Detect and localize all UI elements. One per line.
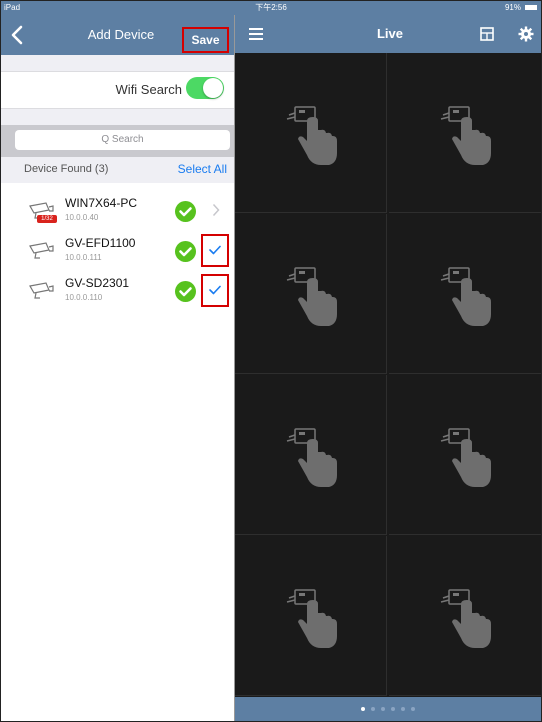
channel-cell[interactable] bbox=[389, 536, 541, 696]
wifi-search-label: Wifi Search bbox=[115, 82, 182, 97]
gear-icon[interactable] bbox=[518, 26, 534, 42]
add-device-panel: Add Device Save Wifi Search Q Search Dev… bbox=[1, 15, 235, 721]
channel-badge: 1/32 bbox=[37, 215, 57, 223]
connected-check-icon bbox=[175, 241, 196, 262]
tap-to-add-camera-icon bbox=[439, 264, 499, 330]
tap-to-add-camera-icon bbox=[439, 586, 499, 652]
page-dot[interactable] bbox=[401, 707, 405, 711]
camera-icon bbox=[29, 282, 54, 299]
device-list: 1/32 WIN7X64-PC 10.0.0.40 GV-EFD1100 10.… bbox=[1, 183, 234, 721]
channel-cell[interactable] bbox=[235, 214, 387, 374]
device-row[interactable]: GV-SD2301 10.0.0.110 bbox=[1, 271, 234, 311]
device-ip: 10.0.0.111 bbox=[65, 253, 102, 262]
camera-icon bbox=[29, 242, 54, 259]
device-found-header: Device Found (3) Select All bbox=[1, 157, 234, 183]
channel-cell[interactable] bbox=[235, 536, 387, 696]
page-dot[interactable] bbox=[411, 707, 415, 711]
connected-check-icon bbox=[175, 201, 196, 222]
toggle-knob bbox=[203, 78, 223, 98]
save-button[interactable]: Save bbox=[182, 27, 229, 53]
device-ip: 10.0.0.40 bbox=[65, 213, 99, 222]
search-bar: Q Search bbox=[1, 125, 234, 157]
app-frame: iPad 下午2:56 91% Add Device Save Wifi Sea… bbox=[0, 0, 542, 722]
tap-to-add-camera-icon bbox=[285, 425, 345, 491]
clock: 下午2:56 bbox=[255, 3, 287, 12]
live-title: Live bbox=[376, 26, 403, 41]
page-dot[interactable] bbox=[371, 707, 375, 711]
channel-cell[interactable] bbox=[235, 53, 387, 213]
tap-to-add-camera-icon bbox=[285, 103, 345, 169]
wifi-search-toggle[interactable] bbox=[186, 77, 224, 99]
device-ip: 10.0.0.110 bbox=[65, 293, 103, 302]
select-all-button[interactable]: Select All bbox=[178, 162, 227, 176]
device-name: GV-EFD1100 bbox=[65, 236, 136, 250]
page-dot[interactable] bbox=[391, 707, 395, 711]
device-found-title: Device Found (3) bbox=[24, 163, 109, 175]
battery-percent: 91% bbox=[504, 3, 521, 12]
search-input[interactable]: Q Search bbox=[15, 130, 230, 150]
device-select-checkmark[interactable] bbox=[201, 274, 229, 307]
checkmark-icon bbox=[209, 285, 221, 295]
back-chevron-icon[interactable] bbox=[7, 23, 29, 47]
wifi-search-row: Wifi Search bbox=[1, 71, 234, 109]
page-dot[interactable] bbox=[381, 707, 385, 711]
live-view-grid bbox=[235, 53, 541, 697]
layout-icon[interactable] bbox=[480, 27, 494, 41]
channel-cell[interactable] bbox=[389, 214, 541, 374]
chevron-right-icon[interactable] bbox=[212, 203, 220, 217]
device-name: WIN7X64-PC bbox=[65, 196, 138, 210]
channel-cell[interactable] bbox=[389, 375, 541, 535]
connected-check-icon bbox=[175, 281, 196, 302]
channel-cell[interactable] bbox=[235, 375, 387, 535]
page-dot[interactable] bbox=[361, 707, 365, 711]
device-name: GV-SD2301 bbox=[65, 276, 130, 290]
device-select-checkmark[interactable] bbox=[201, 234, 229, 267]
live-nav-bar: Live bbox=[235, 15, 541, 53]
battery-icon bbox=[525, 5, 537, 10]
device-row[interactable]: GV-EFD1100 10.0.0.111 bbox=[1, 231, 234, 271]
add-device-nav-bar: Add Device Save bbox=[1, 15, 234, 55]
tap-to-add-camera-icon bbox=[285, 586, 345, 652]
channel-cell[interactable] bbox=[389, 53, 541, 213]
checkmark-icon bbox=[209, 245, 221, 255]
tap-to-add-camera-icon bbox=[439, 425, 499, 491]
live-view-panel: Live bbox=[235, 15, 541, 721]
status-bar: iPad 下午2:56 91% bbox=[1, 1, 541, 15]
page-indicator[interactable] bbox=[235, 697, 541, 721]
tap-to-add-camera-icon bbox=[439, 103, 499, 169]
device-row[interactable]: 1/32 WIN7X64-PC 10.0.0.40 bbox=[1, 191, 234, 231]
page-title: Add Device bbox=[87, 27, 155, 42]
tap-to-add-camera-icon bbox=[285, 264, 345, 330]
menu-icon[interactable] bbox=[249, 27, 263, 41]
